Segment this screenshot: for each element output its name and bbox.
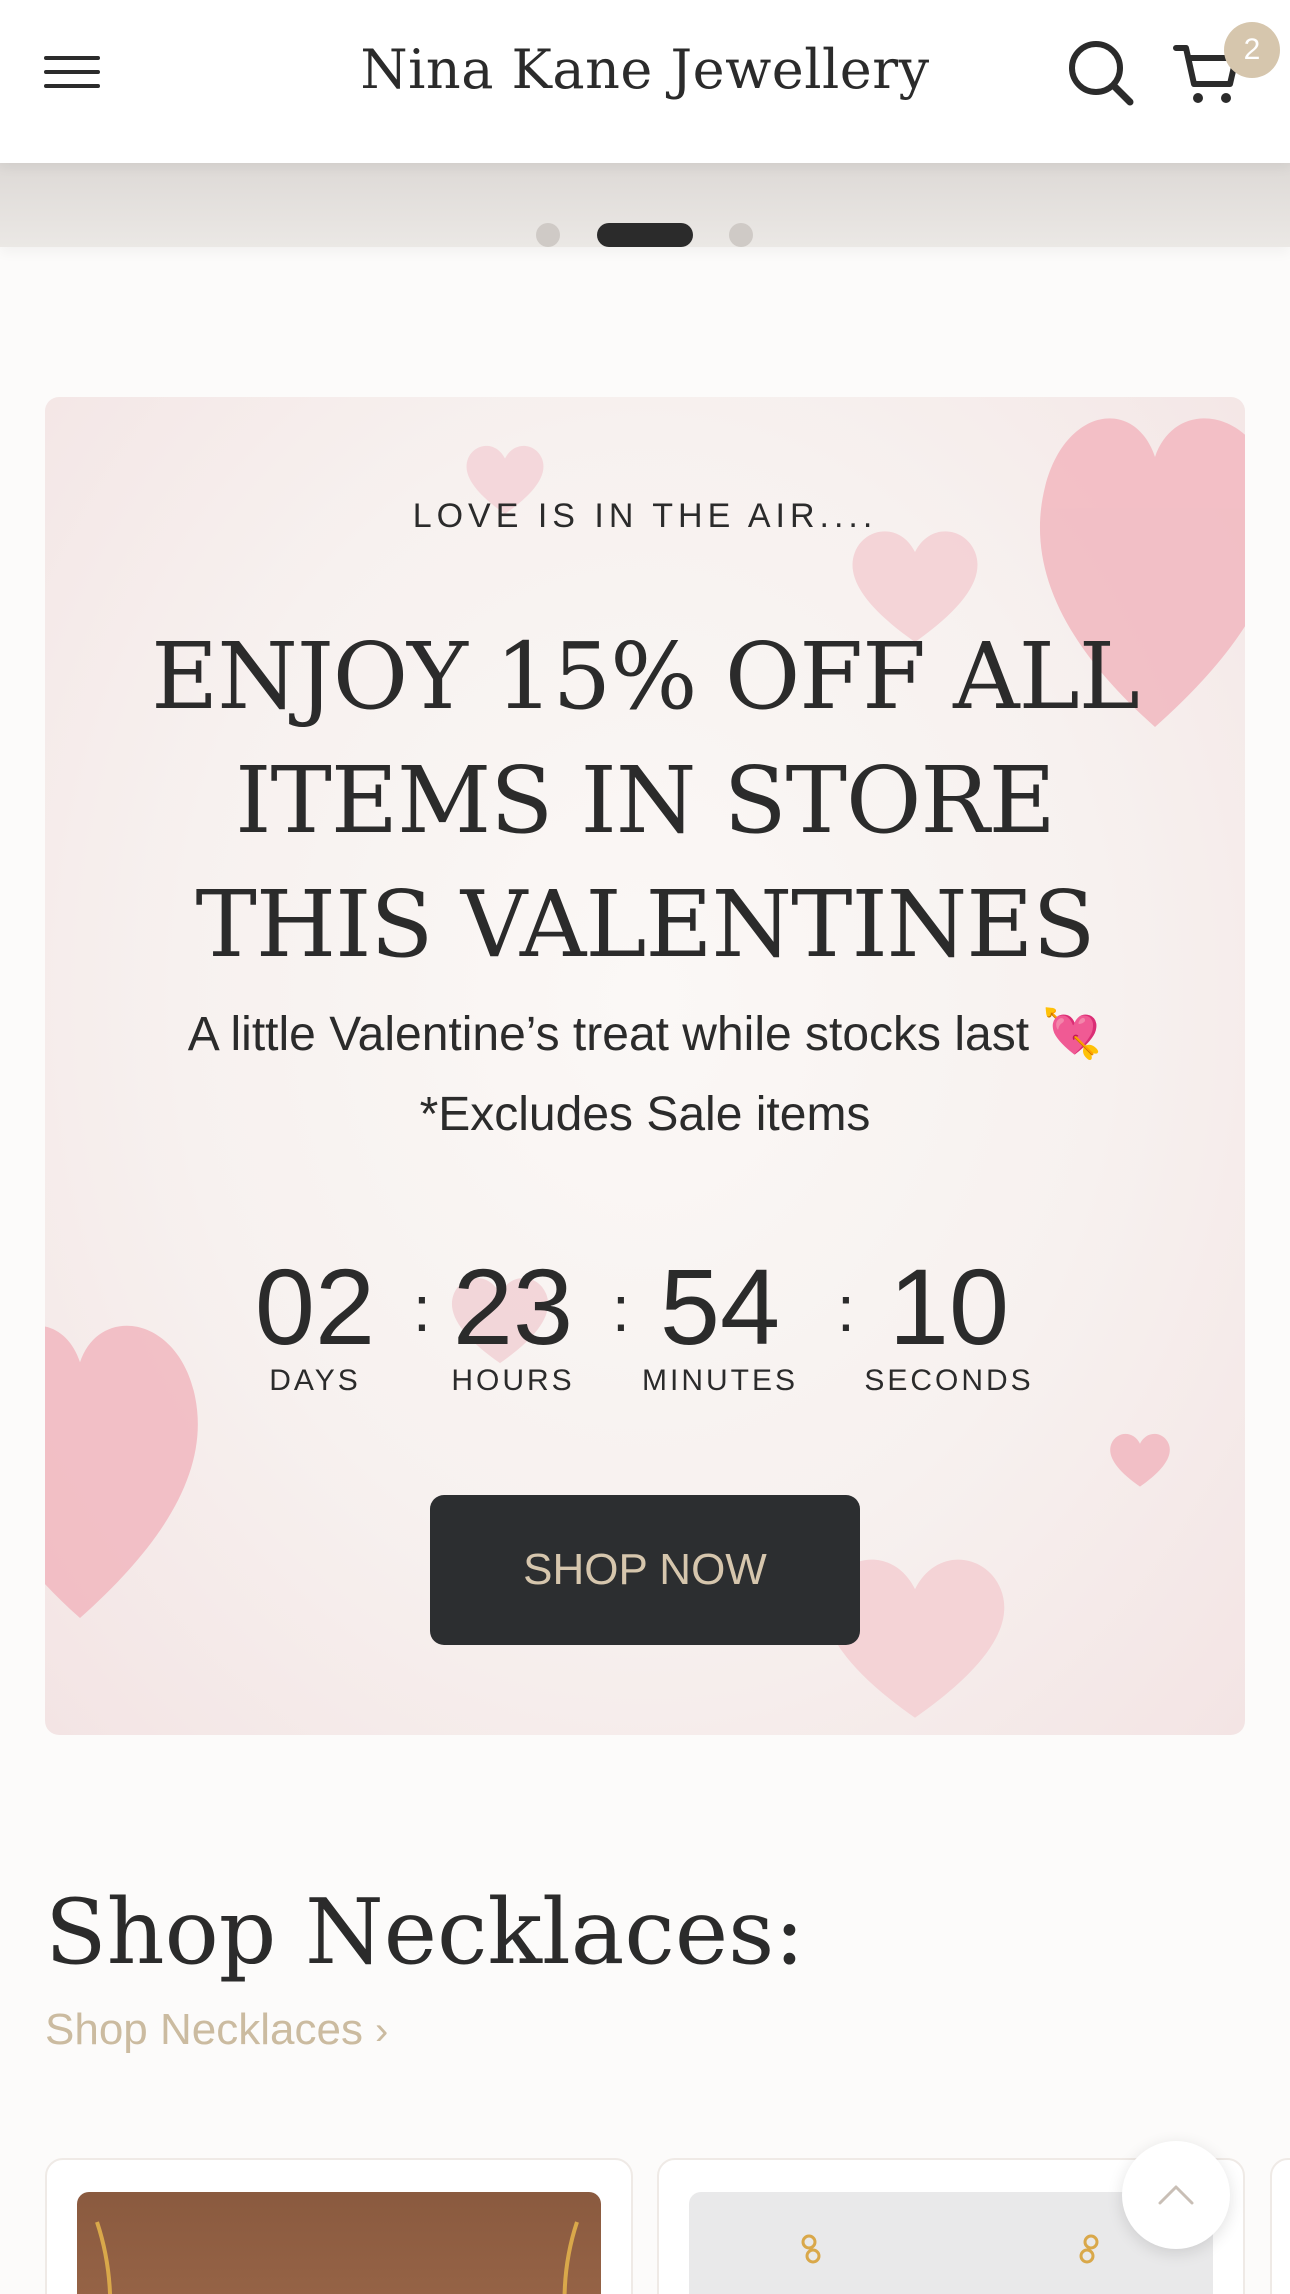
cart-count-badge: 2 — [1224, 22, 1280, 78]
countdown-minutes-label: MINUTES — [642, 1364, 798, 1397]
slideshow-dot-1[interactable] — [536, 223, 560, 247]
valentines-promo-banner: LOVE IS IN THE AIR.... ENJOY 15% OFF ALL… — [45, 397, 1245, 1735]
product-card[interactable] — [1270, 2158, 1290, 2294]
shop-now-button[interactable]: SHOP NOW — [430, 1495, 860, 1645]
promo-eyebrow: LOVE IS IN THE AIR.... — [412, 497, 878, 535]
shop-necklaces-link[interactable]: Shop Necklaces › — [45, 2005, 388, 2055]
countdown-minutes-value: 54 — [659, 1246, 781, 1367]
countdown-seconds-value: 10 — [888, 1246, 1010, 1367]
countdown-days-label: DAYS — [269, 1364, 361, 1397]
countdown-hours-label: HOURS — [451, 1364, 575, 1397]
brand-logo-text[interactable]: Nina Kane Jewellery — [360, 38, 929, 101]
product-image[interactable] — [77, 2192, 601, 2294]
countdown-hours-value: 23 — [452, 1246, 574, 1367]
site-header: Nina Kane Jewellery 2 — [0, 0, 1290, 163]
section-title: Shop Necklaces: — [45, 1880, 805, 1985]
heart-decoration-icon — [1110, 1433, 1170, 1487]
slideshow-dot-2-active[interactable] — [597, 223, 693, 247]
back-to-top-button[interactable] — [1122, 2141, 1230, 2249]
countdown-days-value: 02 — [254, 1246, 376, 1367]
chevron-right-icon: › — [374, 2009, 389, 2053]
chevron-up-icon — [1158, 2185, 1194, 2205]
countdown-minutes: 54 MINUTES — [625, 1252, 815, 1398]
countdown-separator: : — [837, 1273, 855, 1345]
countdown-hours: 23 HOURS — [418, 1252, 608, 1398]
countdown-seconds: 10 SECONDS — [854, 1252, 1044, 1398]
shop-necklaces-link-label: Shop Necklaces — [45, 2005, 363, 2054]
promo-exclusion-note: *Excludes Sale items — [419, 1088, 871, 1141]
countdown-seconds-label: SECONDS — [864, 1364, 1034, 1397]
promo-subtitle: A little Valentine’s treat while stocks … — [75, 995, 1215, 1155]
necklace-chain-icon — [95, 2221, 579, 2294]
slideshow-dot-3[interactable] — [729, 223, 753, 247]
promo-headline: ENJOY 15% OFF ALL ITEMS IN STORE THIS VA… — [151, 623, 1140, 978]
search-icon[interactable] — [1066, 38, 1136, 108]
product-card[interactable] — [45, 2158, 633, 2294]
promo-subtitle-line: A little Valentine’s treat while stocks … — [187, 1008, 1103, 1061]
countdown-days: 02 DAYS — [220, 1252, 410, 1398]
countdown-timer: 02 DAYS : 23 HOURS : 54 MINUTES : 10 SEC… — [45, 1252, 1245, 1412]
